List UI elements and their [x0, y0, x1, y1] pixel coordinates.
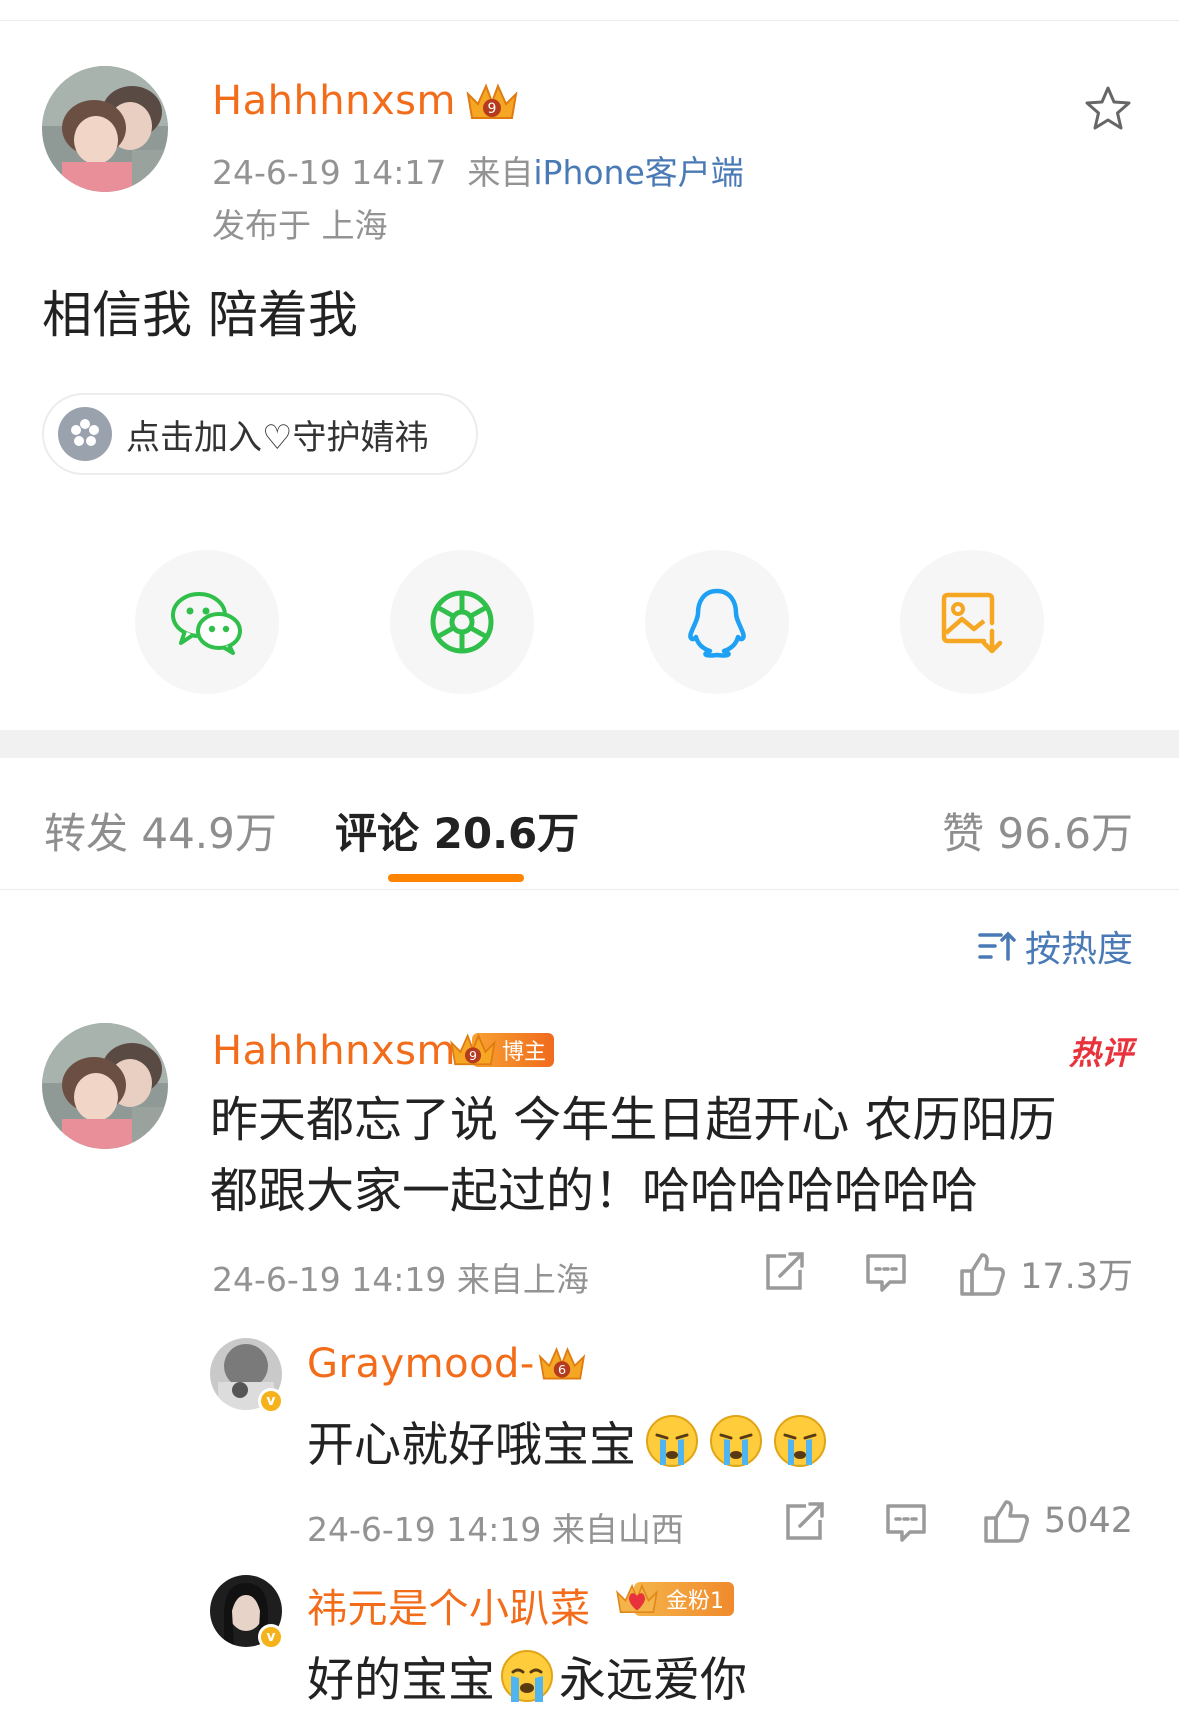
reply-username[interactable]: Graymood- [307, 1341, 535, 1387]
comment-meta: 24-6-19 14:19 来自上海 [212, 1260, 589, 1299]
qq-icon [688, 588, 746, 658]
crying-emoji-icon [710, 1414, 762, 1467]
repost-comment-icon[interactable] [762, 1250, 806, 1296]
post-meta: 24-6-19 14:17 来自iPhone客户端 [212, 146, 744, 194]
super-topic-label: 点击加入♡守护婧祎 [126, 417, 429, 458]
share-wechat-button[interactable] [135, 550, 279, 694]
repost-comment-icon[interactable] [782, 1500, 826, 1546]
comment-author-avatar[interactable] [42, 1023, 168, 1149]
tab-comments[interactable]: 评论 20.6万 [335, 800, 579, 861]
like-button[interactable]: 5042 [982, 1498, 1133, 1544]
share-qq-button[interactable] [645, 550, 789, 694]
comment-text-line-2: 都跟大家一起过的！哈哈哈哈哈哈哈 [210, 1163, 979, 1219]
post-location: 发布于 上海 [212, 206, 388, 245]
save-image-button[interactable] [900, 550, 1044, 694]
tabs-divider [0, 889, 1179, 890]
fan-badge: 金粉1 [614, 1580, 734, 1618]
moments-icon [430, 590, 494, 654]
active-tab-indicator [388, 874, 524, 882]
verified-badge-icon: v [258, 1388, 284, 1414]
tab-likes[interactable]: 赞 96.6万 [942, 800, 1133, 861]
reply-text: 好的宝宝 [307, 1653, 495, 1708]
hot-comment-label: 热评 [1068, 1034, 1133, 1072]
tab-repost[interactable]: 转发 44.9万 [44, 800, 277, 861]
reply-text: 开心就好哦宝宝 [307, 1418, 636, 1473]
thumbs-up-icon [984, 1500, 1029, 1543]
reply-text-row: 开心就好哦宝宝 [307, 1406, 828, 1475]
reply-comment-icon[interactable] [864, 1252, 908, 1298]
reply-username[interactable]: 祎元是个小趴菜 [307, 1576, 591, 1634]
post-source[interactable]: iPhone客户端 [533, 153, 743, 192]
fan-crown-icon [616, 1583, 658, 1613]
super-topic-chip[interactable]: 点击加入♡守护婧祎 [42, 393, 478, 475]
crying-emoji-icon [501, 1649, 553, 1702]
like-count: 5042 [1043, 1501, 1133, 1541]
thumbs-up-icon [960, 1252, 1005, 1296]
sort-label: 按热度 [1024, 929, 1133, 970]
like-button[interactable]: 17.3万 [958, 1248, 1133, 1299]
verified-badge-icon: v [258, 1624, 284, 1650]
comment-text-line-1: 昨天都忘了说 今年生日超开心 农历阳历 [210, 1092, 1057, 1148]
crying-emoji-icon [646, 1414, 698, 1467]
section-separator [0, 730, 1179, 758]
post-author-avatar[interactable] [42, 66, 168, 192]
post-text: 相信我 陪着我 [42, 286, 358, 344]
sort-by-hot-button[interactable]: 按热度 [977, 920, 1133, 972]
reply-meta: 24-6-19 14:19 来自山西 [307, 1510, 684, 1549]
top-divider [0, 20, 1179, 21]
post-timestamp: 24-6-19 14:17 [212, 153, 447, 192]
wechat-icon [171, 592, 242, 655]
reply-text-row: 好的宝宝 永远爱你 [307, 1641, 747, 1710]
save-image-icon [941, 592, 1003, 654]
reply-comment-icon[interactable] [884, 1502, 928, 1548]
topic-flower-icon [58, 407, 112, 461]
crying-emoji-icon [774, 1414, 826, 1467]
favorite-star-icon[interactable] [1082, 84, 1134, 134]
vip-crown-icon: 6 [536, 1344, 588, 1388]
reply-text-suffix: 永远爱你 [559, 1653, 747, 1708]
share-moments-button[interactable] [390, 550, 534, 694]
sort-icon [978, 931, 1016, 961]
author-badge: 9 博主 [448, 1030, 555, 1070]
post-username[interactable]: Hahhhnxsm [212, 78, 456, 124]
comment-username[interactable]: Hahhhnxsm [212, 1028, 456, 1074]
vip-crown-icon: 9 [450, 1033, 496, 1066]
like-count: 17.3万 [1020, 1257, 1133, 1297]
svg-text:9: 9 [488, 101, 497, 117]
svg-text:9: 9 [469, 1048, 477, 1063]
vip-crown-icon: 9 [464, 80, 520, 124]
svg-text:6: 6 [558, 1362, 566, 1377]
post-via: 来自 [467, 153, 534, 192]
